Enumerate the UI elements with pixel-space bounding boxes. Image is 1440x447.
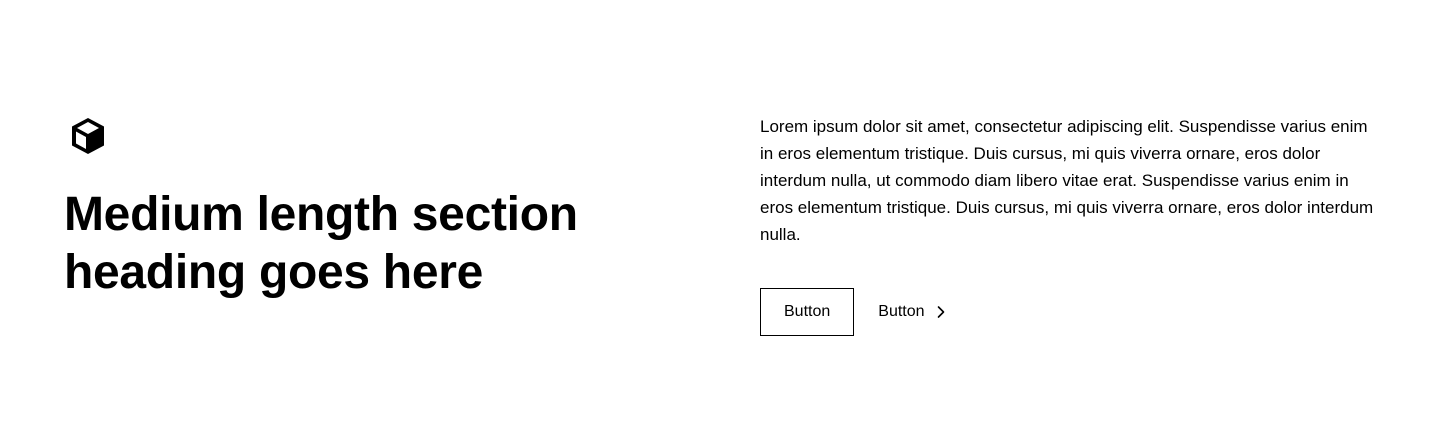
cube-icon	[72, 118, 104, 154]
heading-column: Medium length section heading goes here	[64, 112, 664, 302]
secondary-button-label: Button	[878, 303, 925, 320]
text-column: Lorem ipsum dolor sit amet, consectetur …	[760, 113, 1376, 336]
section-heading: Medium length section heading goes here	[64, 188, 578, 299]
body-paragraph: Lorem ipsum dolor sit amet, consectetur …	[760, 117, 1374, 244]
primary-button-label: Button	[784, 303, 831, 320]
secondary-link-button[interactable]: Button	[878, 288, 948, 336]
chevron-right-icon	[937, 306, 944, 318]
button-group: Button Button	[760, 288, 1376, 336]
content-section: Medium length section heading goes here …	[0, 0, 1440, 447]
primary-button[interactable]: Button	[760, 288, 855, 336]
